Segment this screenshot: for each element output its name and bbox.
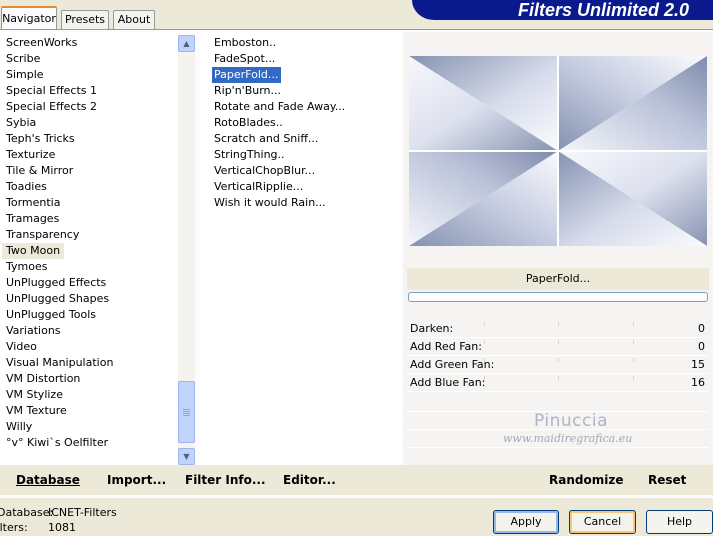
parameter-value: 15 (691, 358, 705, 371)
editor-button[interactable]: Editor... (283, 473, 336, 487)
category-item[interactable]: UnPlugged Tools (6, 307, 96, 323)
slider-tick (633, 340, 634, 344)
category-item[interactable]: Video (6, 339, 37, 355)
filter-preview-image (409, 56, 707, 246)
parameter-slider-row[interactable]: Add Red Fan: 0 (407, 338, 709, 356)
slider-tick (558, 340, 559, 344)
slider-tick (558, 322, 559, 326)
slider-tick (558, 358, 559, 362)
scroll-thumb[interactable] (178, 381, 195, 443)
parameter-label: Add Red Fan: (410, 340, 482, 353)
category-item[interactable]: Variations (6, 323, 61, 339)
parameter-label: Darken: (410, 322, 454, 335)
database-value: ICNET-Filters (48, 506, 117, 519)
category-item[interactable]: VM Distortion (6, 371, 80, 387)
category-item[interactable]: Scribe (6, 51, 40, 67)
category-item[interactable]: ScreenWorks (6, 35, 77, 51)
category-item[interactable]: UnPlugged Shapes (6, 291, 109, 307)
slider-tick (484, 340, 485, 344)
category-item[interactable]: Special Effects 1 (6, 83, 97, 99)
filters-count: 1081 (48, 521, 76, 534)
tab-strip: Navigator Presets About (0, 0, 410, 29)
filter-item[interactable]: Scratch and Sniff... (214, 131, 318, 147)
category-item[interactable]: UnPlugged Effects (6, 275, 106, 291)
category-item[interactable]: Tormentia (6, 195, 60, 211)
category-scrollbar[interactable]: ▲ ▼ (178, 35, 195, 465)
slider-tick (633, 322, 634, 326)
watermark-name: Pinuccia (534, 411, 608, 431)
randomize-button[interactable]: Randomize (549, 473, 623, 487)
scroll-up-button[interactable]: ▲ (178, 35, 195, 52)
category-item[interactable]: Willy (6, 419, 32, 435)
parameter-slider-row[interactable]: Add Blue Fan: 16 (407, 374, 709, 392)
filter-item[interactable]: FadeSpot... (214, 51, 275, 67)
bottom-toolbar: Database Import... Filter Info... Editor… (0, 465, 713, 495)
category-item[interactable]: Texturize (6, 147, 55, 163)
parameter-value: 0 (698, 322, 705, 335)
filter-item[interactable]: Rip'n'Burn... (214, 83, 281, 99)
filter-item[interactable]: PaperFold... (212, 67, 282, 83)
category-item[interactable]: °v° Kiwi`s Oelfilter (6, 435, 108, 451)
category-item[interactable]: Tymoes (6, 259, 47, 275)
category-item[interactable]: Two Moon (2, 243, 65, 259)
filter-item[interactable]: VerticalChopBlur... (214, 163, 315, 179)
help-button[interactable]: Help (646, 510, 713, 534)
grip-icon (183, 409, 190, 410)
status-info: Database:ICNET-Filters Filters: 1081 (0, 505, 117, 535)
category-item[interactable]: VM Stylize (6, 387, 63, 403)
tab-about[interactable]: About (113, 10, 155, 29)
filter-list[interactable]: Emboston.. FadeSpot... PaperFold... Rip'n'B… (201, 32, 401, 465)
parameter-value: 0 (698, 340, 705, 353)
category-item[interactable]: Tramages (6, 211, 59, 227)
filter-item[interactable]: StringThing.. (214, 147, 285, 163)
parameter-value: 16 (691, 376, 705, 389)
parameter-slider-row[interactable]: Darken: 0 (407, 320, 709, 338)
scroll-down-button[interactable]: ▼ (178, 448, 195, 465)
current-filter-name: PaperFold... (407, 268, 709, 290)
category-item[interactable]: Special Effects 2 (6, 99, 97, 115)
category-item[interactable]: Simple (6, 67, 44, 83)
filter-item[interactable]: Emboston.. (214, 35, 276, 51)
filter-item[interactable]: VerticalRipplie... (214, 179, 303, 195)
app-title-banner: Filters Unlimited 2.0 (412, 0, 713, 20)
tab-presets[interactable]: Presets (61, 10, 109, 29)
category-item[interactable]: Sybia (6, 115, 36, 131)
parameter-list: Darken: 0 Add Red Fan: 0 Add Green Fan: 15 Add… (407, 320, 709, 392)
filter-item[interactable]: Rotate and Fade Away... (214, 99, 345, 115)
parameter-label: Add Green Fan: (410, 358, 495, 371)
filters-label: Filters: (0, 521, 28, 534)
apply-button[interactable]: Apply (493, 510, 559, 534)
category-item[interactable]: Toadies (6, 179, 47, 195)
parameter-slider-row[interactable]: Add Green Fan: 15 (407, 356, 709, 374)
slider-tick (633, 358, 634, 362)
filter-item[interactable]: RotoBlades.. (214, 115, 283, 131)
cancel-button[interactable]: Cancel (569, 510, 636, 534)
tab-navigator[interactable]: Navigator (1, 6, 57, 29)
category-item[interactable]: Visual Manipulation (6, 355, 113, 371)
database-button[interactable]: Database (16, 473, 80, 487)
filter-item[interactable]: Wish it would Rain... (214, 195, 326, 211)
import-button[interactable]: Import... (107, 473, 166, 487)
paperfold-preview-icon (409, 56, 707, 246)
filter-info-button[interactable]: Filter Info... (185, 473, 266, 487)
parameter-label: Add Blue Fan: (410, 376, 486, 389)
watermark-site: www.maidiregrafica.eu (503, 432, 633, 445)
slider-tick (484, 322, 485, 326)
category-item[interactable]: Teph's Tricks (6, 131, 75, 147)
database-label: Database: (0, 506, 54, 519)
category-list[interactable]: ScreenWorks Scribe Simple Special Effects 1… (0, 32, 178, 465)
slider-tick (558, 376, 559, 380)
progress-bar (408, 292, 708, 302)
slider-tick (633, 376, 634, 380)
category-item[interactable]: Transparency (6, 227, 79, 243)
category-item[interactable]: Tile & Mirror (6, 163, 73, 179)
category-item[interactable]: VM Texture (6, 403, 67, 419)
reset-button[interactable]: Reset (648, 473, 686, 487)
